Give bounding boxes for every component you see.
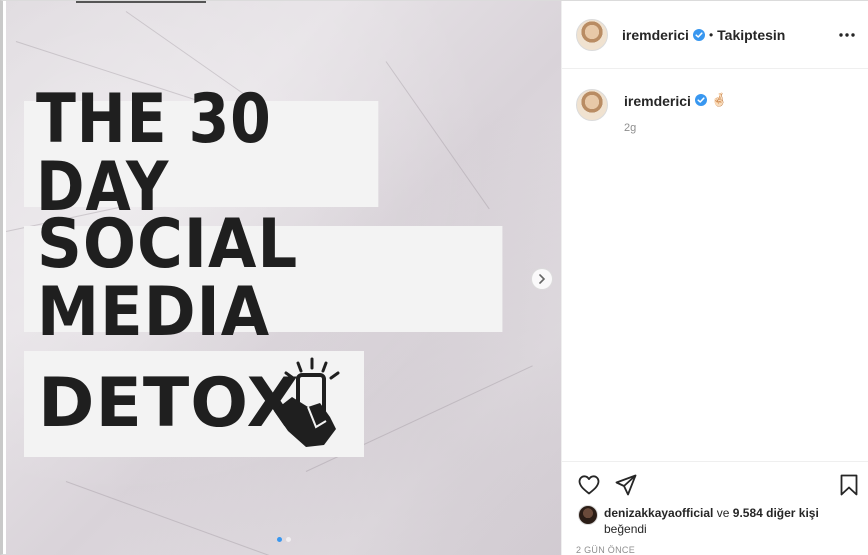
chevron-right-icon [539, 274, 546, 284]
carousel-dot [286, 537, 291, 542]
post-actions: denizakkayaofficial ve 9.584 diğer kişi … [562, 461, 868, 555]
caption-username[interactable]: iremderici [624, 93, 691, 109]
media-top-edge [76, 1, 206, 3]
follow-status-button[interactable]: Takiptesin [717, 27, 785, 43]
caption-avatar[interactable] [576, 89, 608, 121]
avatar[interactable] [576, 18, 608, 51]
caption-timestamp[interactable]: 2g [624, 122, 636, 134]
post-sidebar: iremderici • Takiptesin iremderici 🤞🏻 2g [561, 1, 868, 555]
marble-vein [385, 61, 490, 210]
verified-badge-icon [694, 94, 707, 106]
likes-text: denizakkayaofficial ve 9.584 diğer kişi … [604, 505, 819, 537]
next-slide-button[interactable] [531, 268, 553, 290]
header-separator: • [708, 27, 714, 42]
headline-line-1: THE 30 DAY [24, 86, 379, 222]
verified-badge-icon [692, 28, 705, 41]
post-media[interactable]: THE 30 DAY SOCIAL MEDIA DETOX [6, 1, 561, 555]
carousel-indicator [277, 537, 291, 542]
headline-line-2: SOCIAL MEDIA [24, 211, 503, 347]
post-date[interactable]: 2 GÜN ÖNCE [576, 545, 635, 555]
carousel-dot-active [277, 537, 282, 542]
heart-icon[interactable] [577, 473, 601, 497]
phone-tap-icon [274, 357, 340, 447]
more-options-icon[interactable] [837, 25, 857, 45]
post-dialog: THE 30 DAY SOCIAL MEDIA DETOX iremderici… [0, 0, 868, 555]
likes-connector: ve [716, 506, 730, 520]
share-icon[interactable] [614, 473, 638, 497]
post-header: iremderici • Takiptesin [562, 1, 868, 69]
likes-others-link[interactable]: 9.584 diğer kişi [733, 506, 819, 520]
marble-vein [65, 481, 273, 555]
post-caption: iremderici 🤞🏻 [576, 89, 727, 121]
likes-suffix: beğendi [604, 522, 647, 536]
liker-avatar[interactable] [578, 505, 598, 525]
header-username[interactable]: iremderici [622, 27, 689, 43]
bookmark-icon[interactable] [837, 473, 861, 497]
caption-emoji: 🤞🏻 [710, 92, 728, 107]
likes-summary: denizakkayaofficial ve 9.584 diğer kişi … [578, 505, 819, 537]
liker-username[interactable]: denizakkayaofficial [604, 506, 713, 520]
